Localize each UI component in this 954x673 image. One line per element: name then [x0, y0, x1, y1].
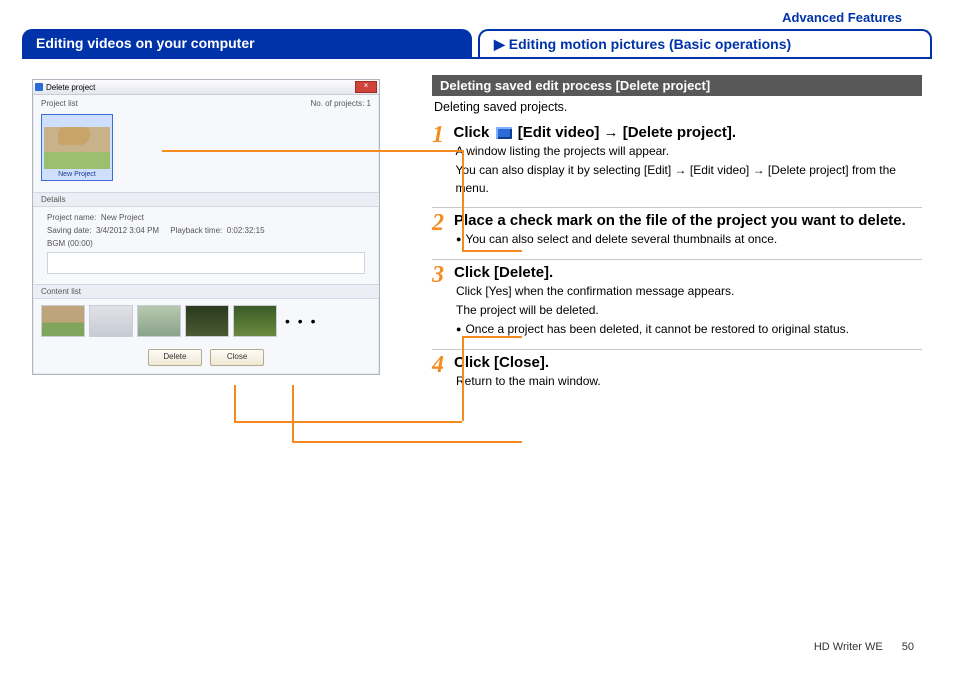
product-name: HD Writer WE	[814, 641, 883, 653]
details-empty-box	[47, 252, 365, 274]
lead-text: Deleting saved projects.	[434, 100, 922, 114]
subheading: Deleting saved edit process [Delete proj…	[432, 75, 922, 96]
step-desc: Click [Yes] when the confirmation messag…	[454, 283, 849, 339]
project-list-label: Project list	[41, 99, 78, 108]
connector-line	[462, 150, 464, 250]
screenshot-panel: Delete project × Project list No. of pro…	[22, 69, 422, 402]
edit-video-icon	[496, 127, 512, 139]
details-label: Details	[33, 192, 379, 207]
step-desc: Return to the main window.	[454, 373, 601, 390]
step-title: Click [Close].	[454, 354, 601, 371]
window-titlebar: Delete project ×	[33, 80, 379, 95]
step-number: 2	[432, 212, 454, 250]
delete-project-window: Delete project × Project list No. of pro…	[32, 79, 380, 375]
connector-line	[234, 385, 236, 421]
tab-right-label: Editing motion pictures (Basic operation…	[509, 36, 791, 52]
clip-thumbnail[interactable]	[233, 305, 277, 337]
connector-line	[292, 385, 294, 441]
page-footer: HD Writer WE 50	[814, 641, 914, 653]
step-desc: You can also select and delete several t…	[454, 231, 906, 248]
step-number: 1	[432, 124, 454, 199]
tab-motion-pictures[interactable]: ▶ Editing motion pictures (Basic operati…	[478, 29, 932, 57]
step-4: 4 Click [Close]. Return to the main wind…	[432, 354, 922, 400]
delete-button[interactable]: Delete	[148, 349, 202, 366]
connector-line	[234, 421, 462, 423]
details-panel: Project name: New Project Saving date: 3…	[33, 207, 379, 284]
step-desc: A window listing the projects will appea…	[454, 143, 922, 197]
thumbnail-image	[44, 127, 110, 169]
clip-thumbnail[interactable]	[137, 305, 181, 337]
window-title: Delete project	[46, 83, 95, 92]
clip-thumbnail[interactable]	[89, 305, 133, 337]
project-thumbnail[interactable]: New Project	[41, 114, 113, 181]
step-title: Click [Delete].	[454, 264, 849, 281]
section-link[interactable]: Advanced Features	[22, 0, 932, 29]
connector-line	[292, 441, 522, 443]
play-arrow-icon: ▶	[494, 36, 505, 53]
content-list-label: Content list	[33, 284, 379, 299]
connector-line	[472, 152, 474, 153]
connector-line	[162, 150, 462, 152]
close-button[interactable]: Close	[210, 349, 264, 366]
step-2: 2 Place a check mark on the file of the …	[432, 212, 922, 259]
clip-thumbnail[interactable]	[41, 305, 85, 337]
step-1: 1 Click [Edit video] → [Delete project].…	[432, 124, 922, 208]
connector-line	[462, 336, 464, 421]
step-number: 3	[432, 264, 454, 341]
tab-editing-videos[interactable]: Editing videos on your computer	[22, 29, 472, 57]
ellipsis-icon: • • •	[281, 313, 317, 329]
instructions-panel: Deleting saved edit process [Delete proj…	[422, 69, 932, 402]
step-title: Click [Edit video] → [Delete project].	[454, 124, 922, 141]
project-count: No. of projects: 1	[311, 99, 372, 108]
tab-bar: Editing videos on your computer ▶ Editin…	[22, 29, 932, 59]
app-icon	[35, 83, 43, 91]
step-title: Place a check mark on the file of the pr…	[454, 212, 906, 229]
thumbnail-caption: New Project	[44, 169, 110, 178]
close-icon[interactable]: ×	[355, 81, 377, 93]
step-number: 4	[432, 354, 454, 392]
connector-line	[462, 250, 522, 252]
clip-thumbnail[interactable]	[185, 305, 229, 337]
page-number: 50	[902, 641, 914, 653]
content-list: • • •	[33, 299, 379, 339]
connector-line	[462, 336, 522, 338]
